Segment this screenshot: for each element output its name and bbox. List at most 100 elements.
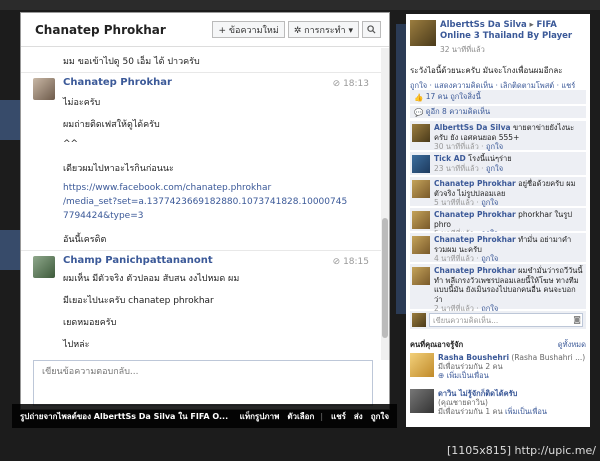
photo-caption-bar: รูปถ่ายจากไพลต์ของ AlberttSs Da Silva ใน… bbox=[12, 404, 397, 428]
add-friend-icon: ⊕ bbox=[438, 371, 447, 380]
comment-like-link[interactable]: ถูกใจ bbox=[486, 142, 503, 151]
mutual-friends[interactable]: มีเพื่อนร่วมกัน 2 คน bbox=[438, 362, 503, 371]
divider bbox=[21, 72, 383, 73]
message-line: ^^ bbox=[63, 139, 79, 149]
suggested-person: ดาวิน ไม่รู้จักก็ติดได้ครับ (คุณชายดาวิน… bbox=[410, 389, 586, 419]
timestamp: ⊘ 18:13 bbox=[332, 79, 369, 89]
options-link[interactable]: ตัวเลือก bbox=[287, 410, 314, 423]
post-description: ระวังไอนี้ด้วยนะครับ มันจะโกงเพื่อนผมอีก… bbox=[410, 66, 563, 75]
post-header: AlberttSs Da Silva ▸ FIFA Online 3 Thail… bbox=[440, 20, 586, 42]
message-line: เดียวผมไปหาอะไรกินก่อนนะ bbox=[63, 164, 174, 174]
actions-button[interactable]: ✲ การกระทำ ▾ bbox=[287, 21, 359, 38]
message-link[interactable]: 7794424&type=3 bbox=[63, 211, 143, 221]
commenter-name[interactable]: AlberttSs Da Silva bbox=[434, 123, 511, 132]
photo-side-panel: AlberttSs Da Silva ▸ FIFA Online 3 Thail… bbox=[406, 14, 590, 427]
arrow-right-icon: ▸ bbox=[529, 20, 534, 30]
comment-input[interactable]: เขียนความคิดเห็น... bbox=[429, 313, 583, 327]
message-line: ผมเห็น มีตัวจริง ตัวปลอม สับสน งงไปหมด ผ… bbox=[63, 274, 240, 284]
message-thread[interactable]: มม ขอเข้าไปดู 50 เอ็ม ได้ ปาวครับ Chanat… bbox=[21, 48, 383, 360]
comment: Chanatep Phrokhar อยู่ชื่อด้วยครับ ผมตัว… bbox=[410, 176, 586, 207]
person-avatar[interactable] bbox=[410, 389, 434, 413]
tag-photo-link[interactable]: แท็กรูปภาพ bbox=[240, 410, 280, 423]
comment-time: 4 นาทีที่แล้ว · bbox=[434, 254, 482, 263]
message-line: มม ขอเข้าไปดู 50 เอ็ม ได้ ปาวครับ bbox=[63, 57, 200, 67]
commenter-name[interactable]: Chanatep Phrokhar bbox=[434, 210, 516, 219]
scrollbar[interactable] bbox=[381, 48, 389, 360]
commenter-name[interactable]: Chanatep Phrokhar bbox=[434, 179, 516, 188]
comment-like-link[interactable]: ถูกใจ bbox=[481, 254, 498, 263]
comment: AlberttSs Da Silva ขายตาข่ายยังไงนะครับ … bbox=[410, 120, 586, 151]
post-time[interactable]: 32 นาทีที่แล้ว bbox=[440, 44, 485, 56]
commenter-name[interactable]: Chanatep Phrokhar bbox=[434, 266, 516, 275]
reply-input[interactable] bbox=[34, 361, 372, 383]
clock-icon: ⊘ bbox=[332, 257, 341, 267]
message-line: ไปหล่ะ bbox=[63, 340, 90, 350]
message-link[interactable]: /media_set?set=a.1377423669182880.107374… bbox=[63, 197, 347, 207]
message-line: เยดหมอยครับ bbox=[63, 318, 117, 328]
share-link[interactable]: แชร์ bbox=[331, 410, 346, 423]
see-all-link[interactable]: ดูทั้งหมด bbox=[558, 339, 586, 351]
watermark: [1105x815] http://upic.me/ bbox=[446, 444, 596, 457]
write-comment-box: เขียนความคิดเห็น... ◙ bbox=[410, 311, 586, 329]
search-icon[interactable] bbox=[362, 21, 381, 38]
message-line: ไม่อะครับ bbox=[63, 98, 101, 108]
commenter-avatar[interactable] bbox=[412, 236, 430, 254]
commenter-avatar[interactable] bbox=[412, 180, 430, 198]
commenter-avatar[interactable] bbox=[412, 267, 430, 285]
message-line: ผมถ่ายติดเฟสให้ดูได้ครับ bbox=[63, 120, 160, 130]
mutual-friends[interactable]: มีเพื่อนร่วมกัน 1 คน bbox=[438, 407, 503, 416]
likes-summary[interactable]: 👍 17 คน ถูกใจสิ่งนี้ bbox=[410, 90, 586, 104]
author-avatar[interactable] bbox=[410, 20, 436, 46]
comment-time: 23 นาทีที่แล้ว · bbox=[434, 163, 486, 173]
commenter-name[interactable]: Tick AD bbox=[434, 154, 466, 163]
commenter-avatar[interactable] bbox=[412, 155, 430, 173]
comment-like-link[interactable]: ถูกใจ bbox=[486, 164, 503, 173]
author-name[interactable]: AlberttSs Da Silva bbox=[440, 20, 527, 30]
camera-icon[interactable]: ◙ bbox=[573, 315, 581, 324]
message-link[interactable]: https://www.facebook.com/chanatep.phrokh… bbox=[63, 183, 271, 193]
comment-time: 30 นาทีที่แล้ว · bbox=[434, 142, 486, 151]
view-more-comments[interactable]: 💬 ดูอีก 8 ความคิดเห็น bbox=[410, 106, 586, 118]
comment-like-link[interactable]: ถูกใจ bbox=[481, 198, 498, 207]
scrollbar-thumb[interactable] bbox=[382, 218, 388, 338]
sender-name[interactable]: Chanatep Phrokhar bbox=[63, 77, 172, 88]
comment: Chanatep Phrokhar ทำมั่น อย่ามาคำรวมผม น… bbox=[410, 232, 586, 263]
like-link[interactable]: ถูกใจ bbox=[371, 410, 389, 423]
chat-window: Chanatep Phrokhar + ข้อความใหม่ ✲ การกระ… bbox=[20, 12, 390, 410]
chat-header: Chanatep Phrokhar + ข้อความใหม่ ✲ การกระ… bbox=[21, 13, 389, 47]
pymk-title: คนที่คุณอาจรู้จัก bbox=[410, 340, 464, 349]
suggested-person: Rasha Boushehri (Rasha Bushahri ...) มีเ… bbox=[410, 353, 586, 383]
person-name[interactable]: Rasha Boushehri bbox=[438, 353, 509, 362]
background-top-bar bbox=[0, 0, 600, 10]
commenter-avatar[interactable] bbox=[412, 124, 430, 142]
comment: Tick AD โรงนี้แน่ๆร่าย 23 นาทีที่แล้ว · ถ… bbox=[410, 151, 586, 175]
avatar[interactable] bbox=[33, 78, 55, 100]
comment: Chanatep Phrokhar ผมขำมั่นว่ารถวีวันนี้ … bbox=[410, 263, 586, 313]
thumbs-up-icon: 👍 bbox=[414, 92, 426, 102]
people-you-may-know-header: คนที่คุณอาจรู้จัก ดูทั้งหมด bbox=[410, 339, 586, 351]
reply-composer[interactable] bbox=[33, 360, 373, 406]
photo-caption-title[interactable]: รูปถ่ายจากไพลต์ของ AlberttSs Da Silva ใน… bbox=[20, 410, 232, 423]
message-line: มีเยอะไปนะครับ chanatep phrokhar bbox=[63, 296, 214, 306]
new-message-button[interactable]: + ข้อความใหม่ bbox=[212, 21, 285, 38]
person-avatar[interactable] bbox=[410, 353, 434, 377]
comment-icon: 💬 bbox=[414, 107, 426, 117]
send-link[interactable]: ส่ง bbox=[354, 410, 363, 423]
add-friend-link[interactable]: เพิ่มเป็นเพื่อน bbox=[505, 407, 547, 416]
chat-title: Chanatep Phrokhar bbox=[35, 22, 166, 37]
divider bbox=[21, 250, 383, 251]
sender-name[interactable]: Champ Panichpattananont bbox=[63, 255, 213, 266]
avatar[interactable] bbox=[33, 256, 55, 278]
message-line: อันนี้เครดิต bbox=[63, 235, 107, 245]
commenter-avatar[interactable] bbox=[412, 211, 430, 229]
comment-text: โรงนี้แน่ๆร่าย bbox=[468, 154, 512, 163]
comment: Chanatep Phrokhar phorkhar ในรูป phro5 น… bbox=[410, 207, 586, 238]
clock-icon: ⊘ bbox=[332, 79, 341, 89]
comment-time: 5 นาทีที่แล้ว · bbox=[434, 198, 482, 207]
person-name[interactable]: ดาวิน ไม่รู้จักก็ติดได้ครับ bbox=[438, 389, 517, 398]
add-friend-link[interactable]: ⊕ เพิ่มเป็นเพื่อน bbox=[438, 371, 489, 380]
background-element bbox=[0, 230, 20, 270]
avatar bbox=[412, 313, 426, 327]
background-element bbox=[0, 100, 20, 140]
commenter-name[interactable]: Chanatep Phrokhar bbox=[434, 235, 516, 244]
